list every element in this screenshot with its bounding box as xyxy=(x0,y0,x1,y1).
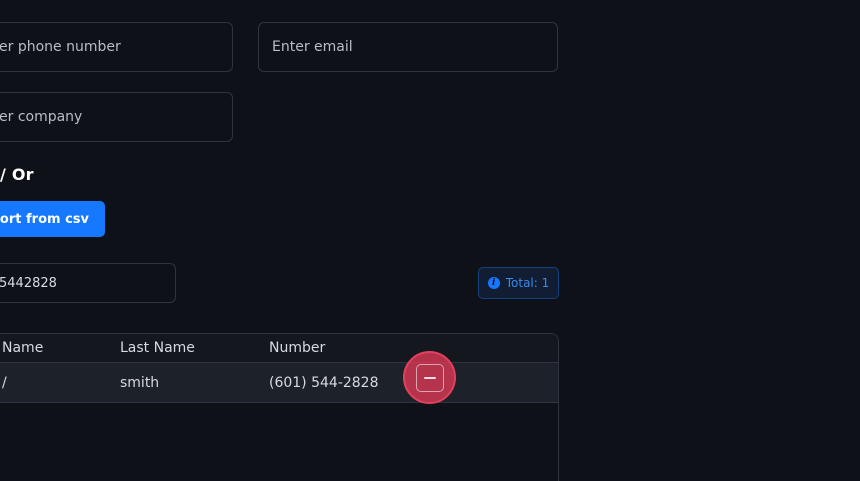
phone-number-field[interactable]: er phone number xyxy=(0,22,233,72)
info-icon: i xyxy=(487,277,500,289)
search-value: 5442828 xyxy=(0,275,57,291)
contacts-table: Name Last Name Number / smith (601) 544-… xyxy=(0,333,559,481)
email-field[interactable]: Enter email xyxy=(258,22,558,72)
import-from-csv-button[interactable]: port from csv xyxy=(0,201,105,237)
total-count-label: Total: 1 xyxy=(505,276,550,290)
table-header: Name Last Name Number xyxy=(0,334,558,363)
column-header-last-name[interactable]: Last Name xyxy=(120,334,195,362)
remove-row-button[interactable] xyxy=(415,363,444,392)
or-separator-label: / Or xyxy=(0,165,34,184)
company-placeholder: er company xyxy=(0,109,83,125)
phone-number-placeholder: er phone number xyxy=(0,39,121,55)
search-input[interactable]: 5442828 xyxy=(0,263,176,303)
first-name-cell: / xyxy=(2,374,7,391)
total-count-badge: i Total: 1 xyxy=(478,267,559,299)
number-cell: (601) 544-2828 xyxy=(269,374,379,391)
column-header-name[interactable]: Name xyxy=(2,334,43,362)
contacts-form-page: er phone number Enter email er company /… xyxy=(0,0,860,481)
email-placeholder: Enter email xyxy=(272,39,353,55)
last-name-cell: smith xyxy=(120,374,160,391)
import-button-label: port from csv xyxy=(0,211,89,227)
company-field[interactable]: er company xyxy=(0,92,233,142)
minus-icon xyxy=(423,376,436,379)
remove-row-highlight xyxy=(403,351,456,404)
column-header-number[interactable]: Number xyxy=(269,334,325,362)
table-row[interactable]: / smith (601) 544-2828 xyxy=(0,363,558,403)
